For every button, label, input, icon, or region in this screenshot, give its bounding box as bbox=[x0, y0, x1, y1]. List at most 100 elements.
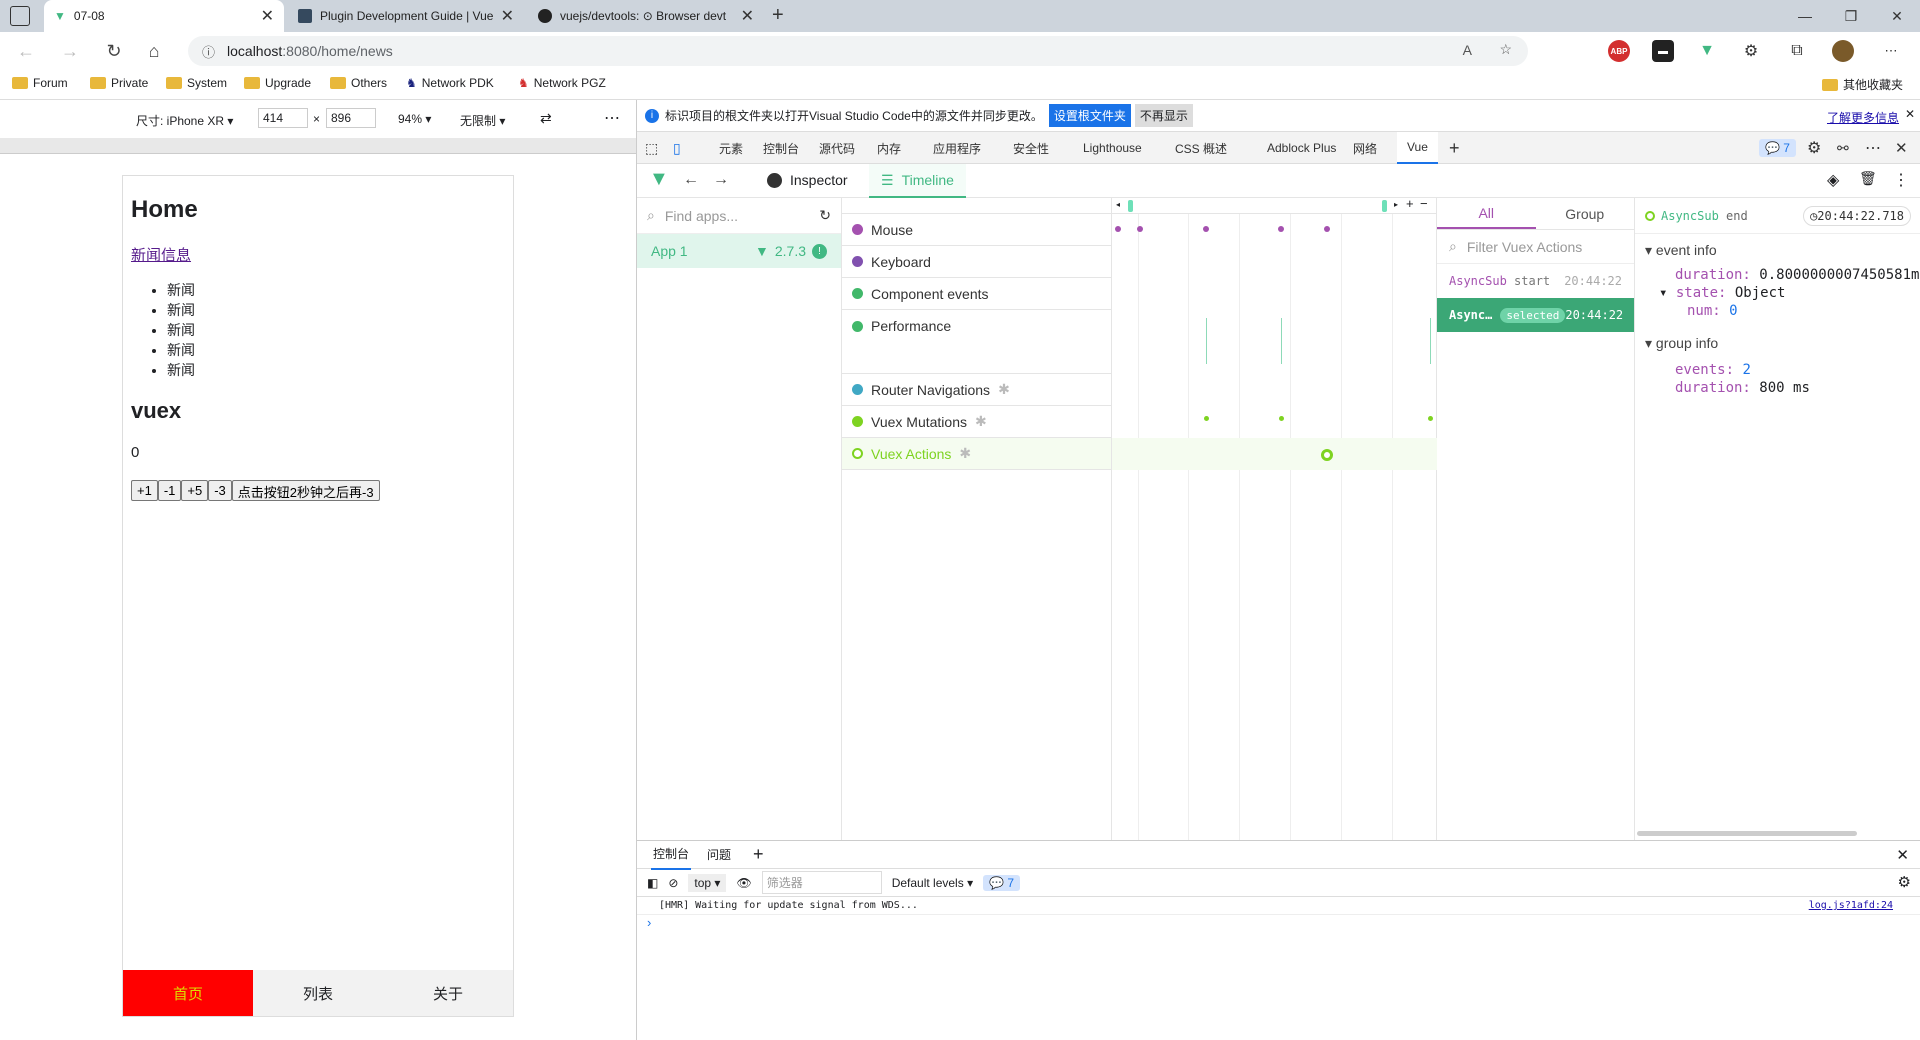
layer-performance[interactable]: Performance bbox=[842, 310, 1111, 374]
tab-memory[interactable]: 内存 bbox=[877, 132, 901, 164]
mouse-event-dot[interactable] bbox=[1203, 226, 1209, 232]
read-aloud-icon[interactable]: A bbox=[1463, 42, 1472, 58]
clear-icon[interactable]: 🗑 bbox=[1859, 170, 1877, 187]
dont-show-button[interactable]: 不再显示 bbox=[1134, 104, 1193, 127]
extensions-icon[interactable]: ⚙ bbox=[1740, 40, 1762, 62]
info-icon[interactable]: ⓘ bbox=[202, 42, 215, 61]
nav-list[interactable]: 列表 bbox=[253, 970, 383, 1016]
more-icon[interactable]: ⋯ bbox=[1865, 132, 1881, 164]
add-one-button[interactable]: +1 bbox=[131, 480, 158, 501]
sub-one-button[interactable]: -1 bbox=[157, 480, 182, 501]
filter-input[interactable]: Filter Vuex Actions bbox=[1467, 239, 1582, 255]
bookmark-others[interactable]: Others bbox=[330, 76, 387, 90]
close-drawer-icon[interactable]: ✕ bbox=[1896, 846, 1909, 864]
console-filter-input[interactable]: 筛选器 bbox=[761, 871, 882, 894]
news-link[interactable]: 新闻信息 bbox=[131, 244, 191, 265]
refresh-icon[interactable]: ↻ bbox=[819, 207, 831, 224]
forward-icon[interactable]: → bbox=[713, 171, 729, 189]
zoom-out-icon[interactable]: − bbox=[1420, 196, 1428, 211]
url-field[interactable]: ⓘ localhost:8080/home/news A ☆ bbox=[188, 36, 1528, 66]
layer-vuex-actions[interactable]: Vuex Actions ✱ bbox=[842, 438, 1111, 470]
timeline-scrubber[interactable]: ◂ ▸ + − bbox=[1112, 196, 1436, 214]
close-tab-icon[interactable]: ✕ bbox=[741, 6, 754, 26]
add-drawer-tab-icon[interactable]: + bbox=[753, 844, 764, 865]
menu-icon[interactable]: ⋯ bbox=[1880, 40, 1902, 62]
width-input[interactable]: 414 bbox=[258, 108, 308, 128]
drawer-tab-console[interactable]: 控制台 bbox=[651, 839, 692, 870]
timeline-canvas[interactable]: ◂ ▸ + − bbox=[1112, 196, 1437, 840]
back-icon[interactable]: ← bbox=[683, 171, 699, 189]
event-info-section[interactable]: ▾ event info bbox=[1645, 242, 1920, 259]
event-row-selected[interactable]: Async… selected 20:44:22 bbox=[1437, 298, 1634, 332]
set-root-folder-button[interactable]: 设置根文件夹 bbox=[1048, 104, 1131, 127]
range-end-handle[interactable] bbox=[1382, 200, 1387, 212]
reload-icon[interactable]: ↻ bbox=[98, 35, 130, 67]
close-devtools-icon[interactable]: ✕ bbox=[1895, 132, 1908, 164]
performance-bar[interactable] bbox=[1430, 318, 1431, 364]
mutation-event-dot[interactable] bbox=[1279, 416, 1284, 421]
tab-application[interactable]: 应用程序 bbox=[933, 132, 981, 164]
nav-home[interactable]: 首页 bbox=[123, 970, 253, 1016]
tab-network[interactable]: 网络 bbox=[1353, 132, 1377, 164]
drawer-tab-issues[interactable]: 问题 bbox=[707, 846, 731, 863]
vue-devtools-icon[interactable]: ▼ bbox=[1696, 40, 1718, 62]
vue-more-icon[interactable]: ⋮ bbox=[1893, 170, 1909, 190]
bookmark-private[interactable]: Private bbox=[90, 76, 148, 90]
range-start-handle[interactable] bbox=[1128, 200, 1133, 212]
device-select[interactable]: 尺寸: iPhone XR ▾ bbox=[136, 112, 233, 129]
browser-tab[interactable]: vuejs/devtools: ⊙ Browser devt ✕ bbox=[528, 0, 764, 32]
mouse-event-dot[interactable] bbox=[1278, 226, 1284, 232]
favorite-icon[interactable]: ☆ bbox=[1499, 41, 1512, 58]
find-apps-input[interactable]: Find apps... bbox=[665, 208, 738, 224]
bookmark-network-pdk[interactable]: ♞ Network PDK bbox=[406, 76, 494, 90]
customize-icon[interactable]: ⚯ bbox=[1837, 132, 1849, 164]
bookmark-system[interactable]: System bbox=[166, 76, 227, 90]
layer-keyboard[interactable]: Keyboard bbox=[842, 246, 1111, 278]
home-icon[interactable]: ⌂ bbox=[138, 35, 170, 67]
layer-component-events[interactable]: Component events bbox=[842, 278, 1111, 310]
mutation-event-dot[interactable] bbox=[1428, 416, 1433, 421]
device-toggle-icon[interactable]: ▯ bbox=[673, 132, 681, 164]
height-input[interactable]: 896 bbox=[326, 108, 376, 128]
back-icon[interactable]: ← bbox=[10, 35, 42, 67]
performance-bar[interactable] bbox=[1281, 318, 1282, 364]
adblock-icon[interactable]: ABP bbox=[1608, 40, 1630, 62]
tab-group[interactable]: Group bbox=[1536, 198, 1635, 229]
issues-badge[interactable]: 💬 7 bbox=[1759, 139, 1796, 157]
tab-css-overview[interactable]: CSS 概述 bbox=[1175, 132, 1227, 164]
more-options-icon[interactable]: ⋯ bbox=[604, 108, 620, 128]
log-source-link[interactable]: log.js?1afd:24 bbox=[1809, 900, 1893, 911]
extension-icon[interactable]: ▬ bbox=[1652, 40, 1674, 62]
tab-actions-icon[interactable] bbox=[10, 6, 30, 26]
tab-security[interactable]: 安全性 bbox=[1013, 132, 1049, 164]
event-row[interactable]: AsyncSub start 20:44:22 bbox=[1437, 264, 1634, 298]
bookmark-upgrade[interactable]: Upgrade bbox=[244, 76, 311, 90]
settings-icon[interactable]: ⚙ bbox=[1807, 132, 1821, 164]
layer-vuex-mutations[interactable]: Vuex Mutations ✱ bbox=[842, 406, 1111, 438]
add-panel-icon[interactable]: + bbox=[1449, 132, 1460, 164]
find-apps[interactable]: ⌕ Find apps... ↻ bbox=[637, 198, 841, 234]
layer-mouse[interactable]: Mouse bbox=[842, 214, 1111, 246]
layers-icon[interactable]: ◈ bbox=[1827, 170, 1839, 190]
zoom-in-icon[interactable]: + bbox=[1406, 196, 1414, 211]
performance-bar[interactable] bbox=[1206, 318, 1207, 364]
mouse-event-dot[interactable] bbox=[1115, 226, 1121, 232]
timeline-tab[interactable]: ☰ Timeline bbox=[869, 164, 966, 198]
close-window-icon[interactable]: ✕ bbox=[1874, 0, 1920, 32]
inspect-element-icon[interactable]: ⬚ bbox=[645, 132, 658, 164]
collections-icon[interactable]: ⧉ bbox=[1786, 40, 1808, 62]
mouse-event-dot[interactable] bbox=[1137, 226, 1143, 232]
restore-icon[interactable]: ❐ bbox=[1828, 0, 1874, 32]
bookmark-network-pgz[interactable]: ♞ Network PGZ bbox=[518, 76, 606, 90]
levels-select[interactable]: Default levels ▾ bbox=[892, 876, 973, 890]
app-row[interactable]: App 1 ▼ 2.7.3! bbox=[637, 234, 841, 268]
group-info-section[interactable]: ▾ group info bbox=[1645, 335, 1920, 352]
action-event-dot-selected[interactable] bbox=[1321, 449, 1333, 461]
console-prompt[interactable]: › bbox=[637, 915, 1920, 930]
scroll-left-icon[interactable]: ◂ bbox=[1116, 200, 1120, 209]
close-infobar-icon[interactable]: ✕ bbox=[1905, 107, 1915, 121]
scroll-right-icon[interactable]: ▸ bbox=[1394, 200, 1398, 209]
context-select[interactable]: top ▾ bbox=[688, 873, 727, 892]
rotate-icon[interactable]: ⇄ bbox=[540, 110, 552, 127]
bookmark-other-favorites[interactable]: 其他收藏夹 bbox=[1822, 76, 1903, 93]
